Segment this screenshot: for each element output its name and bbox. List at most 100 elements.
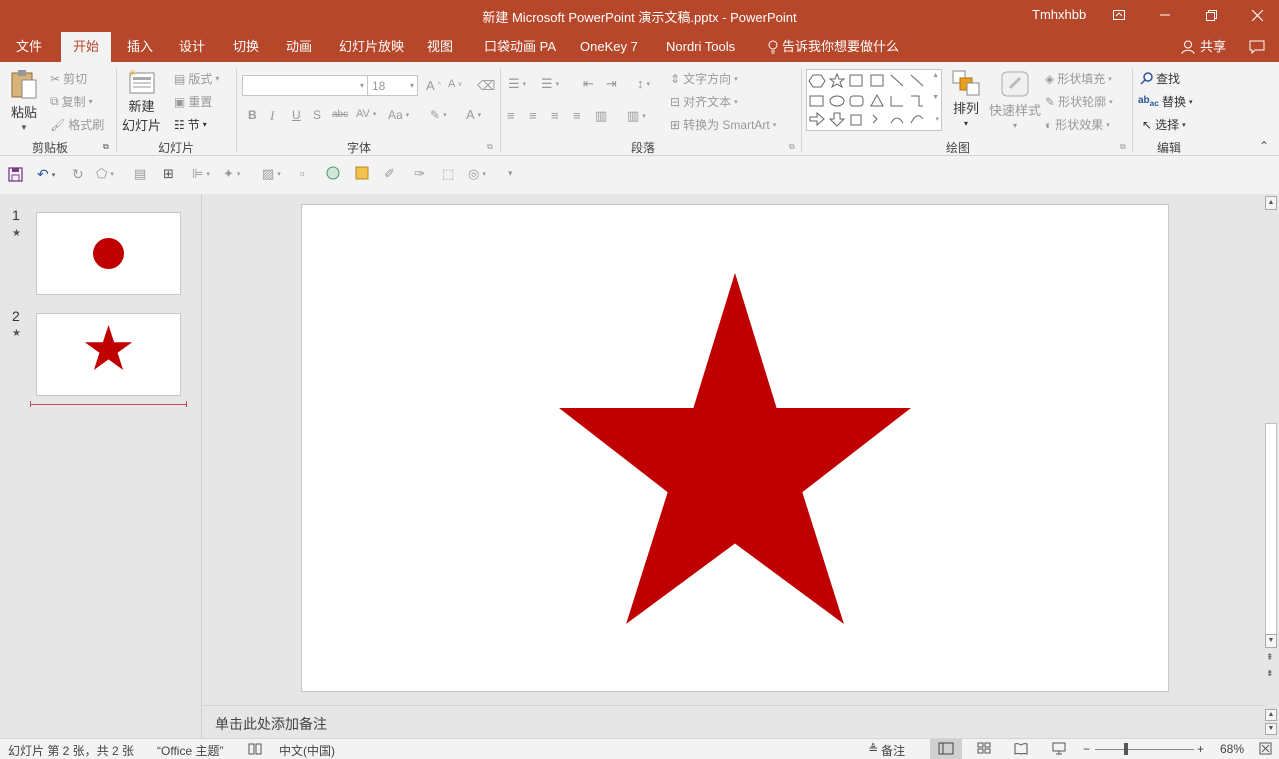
character-spacing-icon[interactable]: AV ▾ — [356, 108, 376, 120]
increase-indent-icon[interactable]: ⇥ — [606, 76, 617, 92]
slide-thumbnail-1[interactable] — [36, 212, 181, 295]
collapse-ribbon-icon[interactable]: ⌃ — [1259, 139, 1269, 153]
group-objects-icon[interactable]: ▨ ▾ — [262, 166, 281, 182]
tab-home[interactable]: 开始 — [61, 32, 112, 62]
decrease-indent-icon[interactable]: ⇤ — [583, 76, 594, 92]
textbox-icon[interactable]: ▤ — [134, 166, 146, 182]
distributed-icon[interactable]: ▥ — [595, 108, 607, 124]
cut-button[interactable]: ✂ 剪切 — [50, 70, 87, 87]
slide-thumbnail-2[interactable] — [36, 313, 181, 396]
paint-icon[interactable]: ✐ — [384, 166, 395, 182]
share-button[interactable]: 共享 — [1181, 32, 1226, 62]
font-name-combobox[interactable]: ▾ — [242, 75, 368, 96]
tab-view[interactable]: 视图 — [427, 32, 453, 62]
tab-file[interactable]: 文件 — [16, 32, 42, 62]
highlight-icon[interactable]: ✎ ▾ — [430, 108, 447, 122]
comments-icon[interactable] — [1249, 32, 1265, 62]
dialog-launcher-icon[interactable]: ⧉ — [487, 142, 493, 152]
tab-design[interactable]: 设计 — [179, 32, 205, 62]
tab-transitions[interactable]: 切换 — [233, 32, 259, 62]
customize-toolbar-icon[interactable]: ▾ — [508, 168, 513, 179]
notes-button[interactable]: ≜ 备注 — [868, 742, 905, 759]
columns-icon[interactable]: ▥ ▾ — [627, 108, 646, 124]
selection-pane-icon[interactable]: ⬚ — [442, 166, 454, 182]
previous-slide-icon[interactable]: ⇞ — [1266, 652, 1274, 663]
notes-pane[interactable]: 单击此处添加备注 — [203, 705, 1263, 738]
tab-onekey[interactable]: OneKey 7 — [580, 32, 638, 62]
find-button[interactable]: 查找 — [1140, 70, 1180, 87]
bold-icon[interactable]: B — [248, 108, 257, 122]
dialog-launcher-icon[interactable]: ⧉ — [789, 142, 795, 152]
text-direction-button[interactable]: ⇕ 文字方向 ▾ — [670, 70, 738, 87]
zoom-out-icon[interactable]: − — [1083, 742, 1090, 756]
oval-icon[interactable] — [326, 166, 340, 180]
tab-animations[interactable]: 动画 — [286, 32, 312, 62]
shape-fill-button[interactable]: ◈ 形状填充 ▾ — [1045, 70, 1112, 87]
format-painter-button[interactable]: 🖌 格式刷 — [50, 116, 104, 133]
tab-insert[interactable]: 插入 — [127, 32, 153, 62]
layout-button[interactable]: ▤ 版式 ▾ — [174, 70, 219, 87]
text-shadow-icon[interactable]: S — [313, 108, 321, 122]
line-spacing-icon[interactable]: ↕ ▾ — [637, 76, 650, 91]
eyedropper-icon[interactable]: ✑ — [414, 166, 425, 182]
user-name[interactable]: Tmhxhbb — [1032, 7, 1086, 22]
tab-nordri-tools[interactable]: Nordri Tools — [666, 32, 735, 62]
normal-view-icon[interactable] — [930, 739, 962, 759]
merge-shapes-icon[interactable]: ◎ ▾ — [468, 166, 486, 182]
shapes-gallery[interactable]: ▲ ▼ ▾ — [806, 69, 942, 131]
arrange-button[interactable]: 排列 ▾ — [952, 70, 980, 128]
vertical-scrollbar[interactable]: ▲ ▼ ⇞ ⇟ — [1263, 194, 1279, 704]
shapes-menu-icon[interactable]: ⬠ ▾ — [96, 166, 114, 182]
align-right-icon[interactable]: ≡ — [551, 108, 559, 123]
minimize-icon[interactable] — [1142, 0, 1188, 30]
tell-me-search[interactable]: 告诉我你想要做什么 — [768, 32, 899, 62]
italic-icon[interactable]: I — [270, 108, 274, 124]
font-size-combobox[interactable]: 18 ▾ — [368, 75, 418, 96]
align-objects-icon[interactable]: ⊫ ▾ — [192, 166, 210, 182]
restore-icon[interactable] — [1188, 0, 1234, 30]
format-shape-icon[interactable]: ⊞ — [163, 166, 174, 182]
align-text-button[interactable]: ⊟ 对齐文本 ▾ — [670, 93, 738, 110]
replace-button[interactable]: abac 替换 ▾ — [1138, 93, 1192, 110]
font-color-icon[interactable]: A ▾ — [466, 107, 481, 122]
slideshow-icon[interactable] — [1052, 742, 1066, 758]
shrink-font-icon[interactable]: Av — [448, 78, 462, 90]
scroll-thumb[interactable] — [1265, 423, 1277, 635]
language-status[interactable]: 中文(中国) — [279, 742, 335, 759]
bullets-icon[interactable]: ☰ ▾ — [508, 76, 526, 92]
shape-effects-button[interactable]: ◐ 形状效果 ▾ — [1045, 116, 1110, 133]
smartart-button[interactable]: ⊞ 转换为 SmartArt ▾ — [670, 116, 776, 133]
animation-icon[interactable]: ✦ ▾ — [223, 166, 240, 182]
scroll-down-icon[interactable]: ▼ — [1265, 723, 1277, 735]
copy-button[interactable]: ⧉ 复制 ▾ — [50, 93, 93, 110]
scroll-up-icon[interactable]: ▲ — [1265, 196, 1277, 210]
fit-to-window-icon[interactable] — [1259, 742, 1272, 758]
align-center-icon[interactable]: ≡ — [529, 108, 537, 123]
ribbon-display-options-icon[interactable] — [1096, 0, 1142, 30]
select-button[interactable]: ↖ 选择 ▾ — [1142, 116, 1186, 133]
change-case-icon[interactable]: Aa ▾ — [388, 108, 409, 122]
dialog-launcher-icon[interactable]: ⧉ — [1120, 142, 1126, 152]
zoom-level[interactable]: 68% — [1220, 742, 1244, 756]
tab-pocket-animation[interactable]: 口袋动画 PA — [484, 32, 556, 62]
paste-button[interactable]: 粘贴 ▼ — [10, 68, 38, 132]
reading-view-icon[interactable] — [1014, 742, 1028, 758]
current-slide[interactable] — [301, 204, 1169, 692]
slide-count-status[interactable]: 幻灯片 第 2 张，共 2 张 — [8, 742, 134, 759]
star-shape[interactable] — [559, 273, 911, 624]
quick-styles-button[interactable]: 快速样式 ▾ — [989, 70, 1041, 130]
align-left-icon[interactable]: ≡ — [507, 108, 515, 123]
next-slide-icon[interactable]: ⇟ — [1266, 668, 1274, 679]
slide-sorter-icon[interactable] — [977, 742, 991, 758]
tab-slideshow[interactable]: 幻灯片放映 — [339, 32, 404, 62]
undo-icon[interactable]: ↶ ▾ — [37, 166, 55, 183]
strikethrough-icon[interactable]: abc — [332, 109, 348, 120]
redo-icon[interactable]: ↻ — [72, 166, 84, 183]
fill-color-icon[interactable] — [355, 166, 369, 180]
new-slide-button[interactable]: ✳ 新建 幻灯片 — [122, 68, 161, 134]
crop-icon[interactable]: ▫ — [300, 166, 305, 181]
numbering-icon[interactable]: ☰ ▾ — [541, 76, 559, 92]
scroll-up-icon[interactable]: ▲ — [1265, 709, 1277, 721]
dialog-launcher-icon[interactable]: ⧉ — [103, 142, 109, 152]
zoom-slider[interactable] — [1095, 749, 1194, 750]
